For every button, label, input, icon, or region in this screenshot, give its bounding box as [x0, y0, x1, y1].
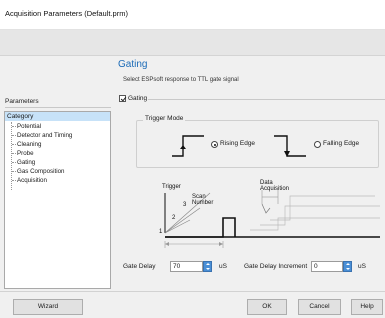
- gate-delay-label: Gate Delay: [123, 263, 156, 270]
- gate-delay-increment-spinner[interactable]: [343, 261, 352, 272]
- tree-item-probe[interactable]: Probe: [12, 149, 34, 158]
- scan-marker-1: 1: [159, 229, 163, 235]
- gate-delay-unit: uS: [219, 263, 227, 270]
- page-subtitle: Select ESPsoft response to TTL gate sign…: [123, 77, 239, 83]
- falling-edge-radio[interactable]: [314, 141, 321, 148]
- tree-item-gating[interactable]: Gating: [12, 158, 35, 167]
- tree-item-category[interactable]: Category: [5, 112, 110, 121]
- tree-item-cleaning[interactable]: Cleaning: [12, 140, 41, 149]
- wizard-button[interactable]: Wizard: [13, 299, 83, 315]
- scan-marker-2: 2: [172, 215, 176, 221]
- tree-item-gas-composition[interactable]: Gas Composition: [12, 167, 64, 176]
- parameters-label: Parameters: [5, 98, 39, 105]
- scan-marker-3: 3: [183, 202, 187, 208]
- gate-delay-increment-label: Gate Delay Increment: [244, 263, 308, 270]
- parameters-divider: [5, 107, 111, 108]
- falling-edge-icon: [274, 135, 306, 157]
- ok-button[interactable]: OK: [247, 299, 287, 315]
- cancel-button[interactable]: Cancel: [298, 299, 341, 315]
- data-acquisition-label: Data Acquisition: [260, 180, 290, 192]
- help-button[interactable]: Help: [351, 299, 383, 315]
- gate-delay-input[interactable]: 70: [170, 261, 203, 272]
- scan-number-label: Scan Number: [192, 194, 214, 206]
- title-bar: Acquisition Parameters (Default.prm): [0, 0, 385, 30]
- tree-item-potential[interactable]: Potential: [12, 122, 41, 131]
- page-title: Gating: [118, 59, 148, 70]
- gate-delay-spinner[interactable]: [203, 261, 212, 272]
- footer-divider: [0, 291, 385, 292]
- tree-item-acquisition[interactable]: Acquisition: [12, 176, 47, 185]
- trigger-mode-label: Trigger Mode: [143, 115, 186, 122]
- rising-edge-label: Rising Edge: [220, 140, 256, 147]
- header-band: [0, 30, 385, 56]
- gate-delay-increment-input[interactable]: 0: [311, 261, 343, 272]
- gating-checkbox-label: Gating: [128, 95, 148, 102]
- gating-divider: [148, 99, 385, 100]
- trigger-diagram-label: Trigger: [162, 184, 181, 190]
- rising-edge-radio[interactable]: [211, 141, 218, 148]
- gate-delay-increment-unit: uS: [358, 263, 366, 270]
- window-title: Acquisition Parameters (Default.prm): [5, 9, 128, 18]
- parameters-tree[interactable]: Category Potential Detector and Timing C…: [4, 111, 111, 289]
- falling-edge-label: Falling Edge: [323, 140, 360, 147]
- rising-edge-icon: [172, 135, 204, 157]
- tree-item-detector-and-timing[interactable]: Detector and Timing: [12, 131, 72, 140]
- gating-checkbox[interactable]: [119, 95, 126, 102]
